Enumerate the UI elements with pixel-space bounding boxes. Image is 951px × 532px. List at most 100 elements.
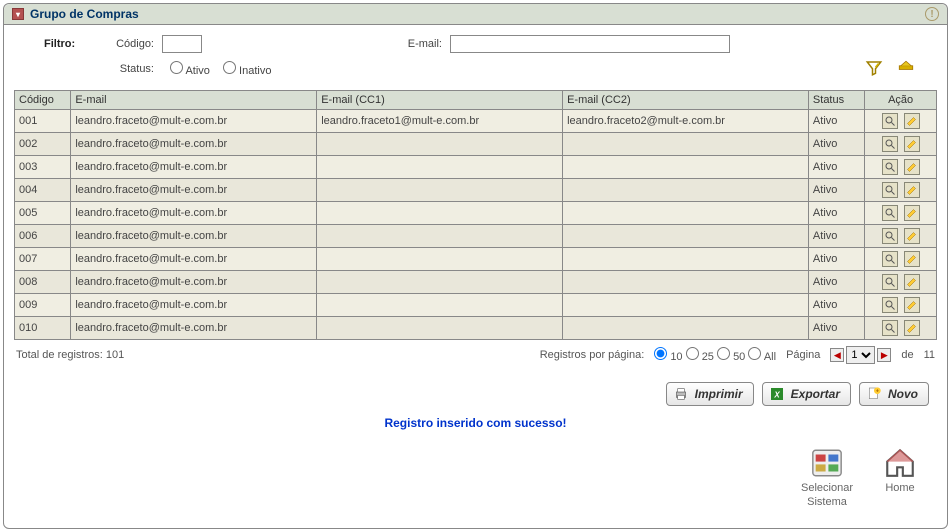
table-row: 010leandro.fraceto@mult-e.com.brAtivo [15,317,937,340]
cell-codigo: 003 [15,156,71,179]
table-row: 007leandro.fraceto@mult-e.com.brAtivo [15,248,937,271]
success-message: Registro inserido com sucesso! [4,410,947,436]
new-icon: + [866,386,882,402]
cell-codigo: 002 [15,133,71,156]
cell-status: Ativo [808,179,864,202]
view-icon[interactable] [882,274,898,290]
cell-cc1 [317,133,563,156]
page-next-icon[interactable]: ▶ [877,348,891,362]
table-row: 006leandro.fraceto@mult-e.com.brAtivo [15,225,937,248]
cell-acao [865,271,937,294]
cell-cc1 [317,294,563,317]
cell-email: leandro.fraceto@mult-e.com.br [71,179,317,202]
cell-codigo: 004 [15,179,71,202]
view-icon[interactable] [882,136,898,152]
cell-cc2 [563,156,809,179]
selecionar-sistema-button[interactable]: Selecionar Sistema [801,446,853,508]
codigo-label: Código: [84,38,154,50]
cell-cc1 [317,202,563,225]
edit-icon[interactable] [904,320,920,336]
view-icon[interactable] [882,228,898,244]
cell-codigo: 008 [15,271,71,294]
view-icon[interactable] [882,182,898,198]
radio-ativo[interactable]: Ativo [170,65,210,77]
th-codigo[interactable]: Código [15,91,71,110]
cell-cc1 [317,179,563,202]
view-icon[interactable] [882,251,898,267]
cell-acao [865,179,937,202]
collapse-icon[interactable]: ▾ [12,8,24,20]
cell-email: leandro.fraceto@mult-e.com.br [71,202,317,225]
page-prev-icon[interactable]: ◀ [830,348,844,362]
th-email[interactable]: E-mail [71,91,317,110]
edit-icon[interactable] [904,136,920,152]
perpage-50[interactable]: 50 [717,351,745,363]
app-switcher-icon [810,446,844,480]
codigo-input[interactable] [162,35,202,53]
view-icon[interactable] [882,320,898,336]
perpage-all[interactable]: All [748,351,776,363]
novo-button[interactable]: + Novo [859,382,929,406]
cell-email: leandro.fraceto@mult-e.com.br [71,248,317,271]
edit-icon[interactable] [904,228,920,244]
view-icon[interactable] [882,205,898,221]
cell-cc2: leandro.fraceto2@mult-e.com.br [563,110,809,133]
table-row: 001leandro.fraceto@mult-e.com.brleandro.… [15,110,937,133]
cell-acao [865,294,937,317]
view-icon[interactable] [882,297,898,313]
perpage-label: Registros por página: [540,349,645,361]
perpage-25[interactable]: 25 [686,351,714,363]
de-label: de [901,349,913,361]
cell-cc2 [563,271,809,294]
perpage-10[interactable]: 10 [654,351,682,363]
filter-apply-icon[interactable] [865,59,883,80]
cell-email: leandro.fraceto@mult-e.com.br [71,317,317,340]
home-button[interactable]: Home [883,446,917,508]
info-icon[interactable]: ! [925,7,939,21]
home-icon [883,446,917,480]
cell-status: Ativo [808,133,864,156]
cell-acao [865,202,937,225]
cell-cc2 [563,133,809,156]
th-status[interactable]: Status [808,91,864,110]
svg-text:+: + [876,389,879,395]
edit-icon[interactable] [904,297,920,313]
page-total: 11 [924,349,935,361]
cell-status: Ativo [808,225,864,248]
th-cc2[interactable]: E-mail (CC2) [563,91,809,110]
printer-icon [673,386,689,402]
svg-text:X: X [773,390,780,399]
status-label: Status: [84,63,154,75]
cell-codigo: 001 [15,110,71,133]
main-panel: ▾ Grupo de Compras ! Filtro: Código: E-m… [3,3,948,529]
table-row: 008leandro.fraceto@mult-e.com.brAtivo [15,271,937,294]
edit-icon[interactable] [904,159,920,175]
cell-codigo: 009 [15,294,71,317]
edit-icon[interactable] [904,113,920,129]
email-input[interactable] [450,35,730,53]
th-cc1[interactable]: E-mail (CC1) [317,91,563,110]
cell-cc1: leandro.fraceto1@mult-e.com.br [317,110,563,133]
edit-icon[interactable] [904,274,920,290]
exportar-button[interactable]: X Exportar [762,382,851,406]
filter-label: Filtro: [44,38,84,50]
cell-status: Ativo [808,156,864,179]
cell-cc1 [317,156,563,179]
cell-status: Ativo [808,110,864,133]
th-acao: Ação [865,91,937,110]
cell-cc2 [563,248,809,271]
edit-icon[interactable] [904,251,920,267]
radio-inativo[interactable]: Inativo [223,65,271,77]
view-icon[interactable] [882,159,898,175]
cell-codigo: 006 [15,225,71,248]
pagina-label: Página [786,349,820,361]
imprimir-button[interactable]: Imprimir [666,382,754,406]
filter-clear-icon[interactable] [897,59,915,80]
cell-acao [865,225,937,248]
view-icon[interactable] [882,113,898,129]
cell-acao [865,133,937,156]
edit-icon[interactable] [904,205,920,221]
edit-icon[interactable] [904,182,920,198]
cell-cc2 [563,202,809,225]
page-select[interactable]: 1 [846,346,875,364]
